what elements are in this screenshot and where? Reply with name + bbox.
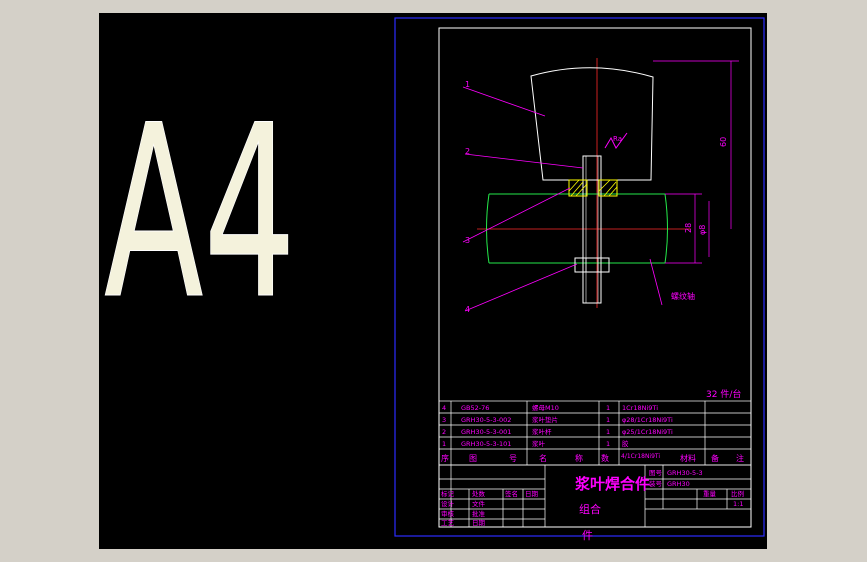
parts-table-header: 序 图 号 名 称 数 材料 备 注 bbox=[441, 453, 744, 463]
dimension-height: 60 bbox=[719, 137, 728, 147]
title-cell: 处数 bbox=[472, 489, 486, 498]
table-cell: GRH30-5-3-001 bbox=[461, 428, 511, 436]
drawing-no-label: 图号 bbox=[649, 469, 663, 477]
table-cell: 浆叶 bbox=[532, 439, 546, 448]
table-header-cell: 序 bbox=[441, 453, 449, 463]
dimension-lines bbox=[653, 60, 739, 264]
table-cell: 螺母M10 bbox=[532, 403, 559, 412]
table-cell: 2 bbox=[442, 428, 446, 436]
roughness-label: Ra bbox=[613, 135, 622, 143]
dimension-width: 28 bbox=[684, 223, 693, 233]
nut-part bbox=[574, 257, 610, 273]
table-cell: 1Cr18Ni9Ti bbox=[622, 404, 658, 412]
title-cell: 设计 bbox=[441, 499, 455, 508]
shaft-break-right bbox=[664, 193, 668, 264]
title-cell: 标记 bbox=[441, 489, 455, 498]
table-header-cell: 材料 bbox=[680, 453, 696, 463]
table-cell: φ25/1Cr18Ni9Ti bbox=[622, 428, 673, 436]
table-cell: 浆叶杆 bbox=[532, 427, 552, 436]
balloon-4: 4 bbox=[465, 305, 470, 314]
table-header-cell: 称 bbox=[575, 453, 583, 463]
balloon-2: 2 bbox=[465, 147, 470, 156]
table-cell: φ28/1Cr18Ni9Ti bbox=[622, 416, 673, 424]
drawing-title: 浆叶焊合件 bbox=[575, 475, 650, 493]
table-cell: 浆叶垫片 bbox=[532, 415, 558, 424]
table-cell: 1 bbox=[606, 428, 610, 436]
title-cell: 工艺 bbox=[441, 519, 455, 527]
part-no-value: GRH30 bbox=[667, 480, 690, 488]
leader-lines bbox=[462, 86, 663, 312]
sheet-size-label: A4 bbox=[104, 75, 296, 352]
cad-viewport[interactable]: A4 Ra 1 2 3 4 螺纹轴 60 28 φ8 32 件/台 4 GB52… bbox=[99, 13, 767, 549]
balloon-1: 1 bbox=[465, 80, 470, 89]
weight-label: 重量 bbox=[703, 490, 717, 498]
drawing-inner-frame bbox=[438, 27, 752, 528]
quantity-note: 32 件/台 bbox=[706, 388, 741, 400]
table-cell: 1 bbox=[606, 404, 610, 412]
drawing-no-value: GRH30-5-3 bbox=[667, 469, 703, 477]
drawing-subtitle-2: 件 bbox=[582, 529, 593, 542]
parts-table-rows: 4 GB52-76 螺母M10 1 1Cr18Ni9Ti 3 GRH30-5-3… bbox=[442, 403, 673, 448]
table-header-cell: 注 bbox=[736, 453, 744, 463]
title-cell: 日期 bbox=[525, 490, 539, 498]
scale-label: 比例 bbox=[731, 489, 744, 498]
material-note: 4/1Cr18Ni9Ti bbox=[621, 453, 660, 460]
table-cell: GRH30-5-3-101 bbox=[461, 440, 511, 448]
scale-value: 1:1 bbox=[733, 500, 743, 508]
title-cell: 文件 bbox=[472, 499, 486, 508]
shaft-outline bbox=[489, 193, 665, 264]
table-cell: 1 bbox=[606, 440, 610, 448]
table-cell: 4 bbox=[442, 404, 446, 412]
shaft-break-left bbox=[486, 193, 490, 264]
table-header-cell: 备 bbox=[711, 453, 719, 463]
table-header-cell: 号 bbox=[509, 454, 517, 463]
table-cell: 3 bbox=[442, 416, 446, 424]
part-no-label: 装号 bbox=[649, 479, 663, 488]
drawing-subtitle-1: 组合 bbox=[579, 502, 601, 516]
title-cell: 日期 bbox=[472, 519, 486, 527]
table-header-cell: 名 bbox=[539, 453, 547, 463]
drawing-canvas: A4 Ra 1 2 3 4 螺纹轴 60 28 φ8 32 件/台 4 GB52… bbox=[104, 17, 765, 542]
dimension-shaft: φ8 bbox=[698, 225, 707, 235]
blade-part bbox=[530, 67, 654, 181]
table-header-cell: 图 bbox=[469, 454, 477, 463]
title-cell: 审核 bbox=[441, 509, 455, 518]
title-cell: 批准 bbox=[472, 509, 486, 518]
table-header-cell: 数 bbox=[601, 453, 609, 463]
balloon-3: 3 bbox=[465, 236, 470, 245]
table-cell: 1 bbox=[442, 440, 446, 448]
shaft-note: 螺纹轴 bbox=[671, 291, 695, 301]
table-cell: GRH30-5-3-002 bbox=[461, 416, 511, 424]
table-cell: 胶 bbox=[622, 439, 629, 448]
title-cell: 签名 bbox=[505, 489, 518, 498]
table-cell: GB52-76 bbox=[461, 404, 489, 412]
table-cell: 1 bbox=[606, 416, 610, 424]
